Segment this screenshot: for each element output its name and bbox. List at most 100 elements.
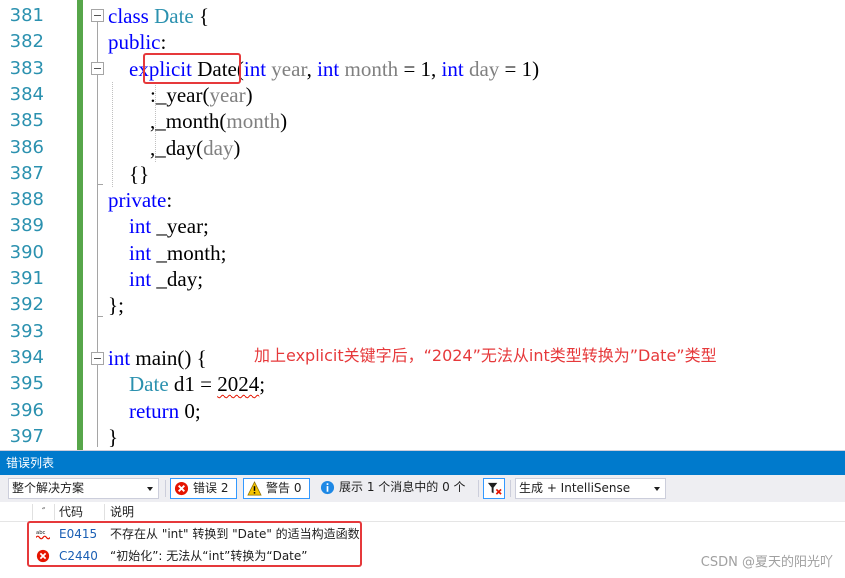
collapse-constructor-icon[interactable]	[91, 62, 104, 75]
line-number: 395	[9, 373, 44, 395]
code-token: _month;	[151, 240, 227, 265]
info-icon	[320, 480, 335, 495]
code-line[interactable]: ,_month(month)	[108, 108, 287, 134]
filter-icon	[487, 482, 502, 495]
errors-filter-label: 错误 2	[193, 481, 229, 495]
line-number: 390	[9, 241, 44, 263]
code-line[interactable]: :_year(year)	[108, 82, 253, 108]
line-number-gutter: 381 382 383 384 385 386 387 388 389 390 391 392 393 3…	[0, 0, 52, 450]
code-token: :_year(	[108, 82, 210, 107]
column-description[interactable]: 说明	[110, 502, 134, 522]
code-token: return	[129, 398, 180, 423]
code-line[interactable]: int _year;	[108, 213, 209, 239]
source-dropdown-value: 生成 + IntelliSense	[519, 481, 631, 495]
code-token: month	[226, 109, 281, 134]
messages-filter-label: 展示 1 个消息中的 0 个	[339, 480, 466, 494]
warnings-filter-button[interactable]: 警告 0	[243, 478, 310, 499]
code-line[interactable]: class Date {	[108, 3, 209, 29]
annotation-note: 加上explicit关键字后，“2024”无法从int类型转换为”Date”类型	[254, 346, 717, 365]
collapse-main-icon[interactable]	[91, 352, 104, 365]
errors-highlight-box	[27, 521, 362, 567]
code-token: int	[129, 240, 152, 265]
code-line[interactable]: };	[108, 292, 124, 318]
code-line[interactable]: int main() {	[108, 345, 207, 371]
code-token: int	[129, 214, 152, 239]
code-token: )	[233, 135, 241, 160]
line-number: 382	[9, 31, 44, 53]
code-token: day	[203, 135, 234, 160]
code-line[interactable]: ,_day(day)	[108, 135, 240, 161]
collapse-class-icon[interactable]	[91, 9, 104, 22]
line-number: 394	[9, 346, 44, 368]
code-editor[interactable]: 381 382 383 384 385 386 387 388 389 390 391 392 393 3…	[0, 0, 845, 450]
warning-icon	[247, 481, 262, 496]
scope-dropdown[interactable]: 整个解决方案	[8, 478, 159, 499]
source-dropdown[interactable]: 生成 + IntelliSense	[515, 478, 666, 499]
code-token: {	[193, 4, 210, 28]
error-list-panel: 错误列表 整个解决方案 错误 2 警告 0 展示 1 个消息中的 0 个 生成 …	[0, 450, 845, 578]
code-token: = 1,	[398, 56, 442, 81]
line-number: 383	[9, 57, 44, 79]
line-number: 388	[9, 189, 44, 211]
code-token: Date	[129, 372, 169, 397]
fold-end-marker	[97, 184, 103, 185]
code-token: class	[108, 4, 149, 28]
code-line[interactable]: int _month;	[108, 240, 226, 266]
toolbar-separator	[478, 480, 479, 497]
code-token: private	[108, 188, 167, 213]
code-line[interactable]: public:	[108, 29, 166, 55]
sort-marker-icon[interactable]: ″	[42, 502, 45, 522]
errors-filter-button[interactable]: 错误 2	[170, 478, 237, 499]
line-number: 393	[9, 320, 44, 342]
code-token: Date	[154, 4, 194, 28]
code-token: public	[108, 30, 161, 55]
code-line[interactable]: }	[108, 424, 118, 450]
panel-title[interactable]: 错误列表	[0, 451, 845, 475]
code-token: :	[160, 30, 167, 55]
code-token: month	[344, 56, 399, 81]
line-number: 385	[9, 110, 44, 132]
code-line[interactable]: {}	[108, 161, 149, 187]
line-number: 386	[9, 136, 44, 158]
error-list-toolbar: 整个解决方案 错误 2 警告 0 展示 1 个消息中的 0 个 生成 + Int…	[0, 475, 845, 502]
code-token: }	[108, 424, 119, 449]
column-divider	[104, 504, 105, 520]
code-token: ;	[259, 372, 266, 397]
code-line[interactable]: return 0;	[108, 398, 201, 424]
code-token: main() {	[130, 345, 207, 370]
filter-button[interactable]	[483, 478, 505, 499]
line-number: 397	[9, 425, 44, 447]
line-number: 396	[9, 399, 44, 421]
code-token: int	[317, 56, 340, 81]
column-divider	[32, 504, 33, 520]
line-number: 389	[9, 215, 44, 237]
code-token: = 1)	[499, 56, 540, 81]
code-line[interactable]: private:	[108, 187, 172, 213]
error-icon	[174, 481, 189, 496]
column-code[interactable]: 代码	[59, 502, 83, 522]
code-token: ,	[306, 56, 318, 81]
messages-filter-button[interactable]: 展示 1 个消息中的 0 个	[317, 478, 470, 499]
toolbar-separator	[510, 480, 511, 497]
code-token: d1 =	[168, 372, 218, 397]
code-token: };	[108, 293, 124, 318]
code-line[interactable]: Date d1 = 2024;	[108, 371, 265, 397]
code-token: int	[129, 267, 152, 291]
code-token: day	[468, 56, 500, 81]
toolbar-separator	[165, 480, 166, 497]
code-token: int	[108, 345, 131, 370]
watermark: CSDN @夏天的阳光吖	[700, 555, 833, 570]
code-token: year	[209, 82, 246, 107]
code-token: 0;	[179, 398, 201, 423]
code-token: ,_day(	[108, 135, 204, 160]
line-number: 381	[9, 5, 44, 26]
code-line[interactable]: int _day;	[108, 266, 203, 292]
code-token: _day;	[151, 267, 204, 291]
code-token: :	[166, 188, 173, 213]
column-divider	[54, 504, 55, 520]
